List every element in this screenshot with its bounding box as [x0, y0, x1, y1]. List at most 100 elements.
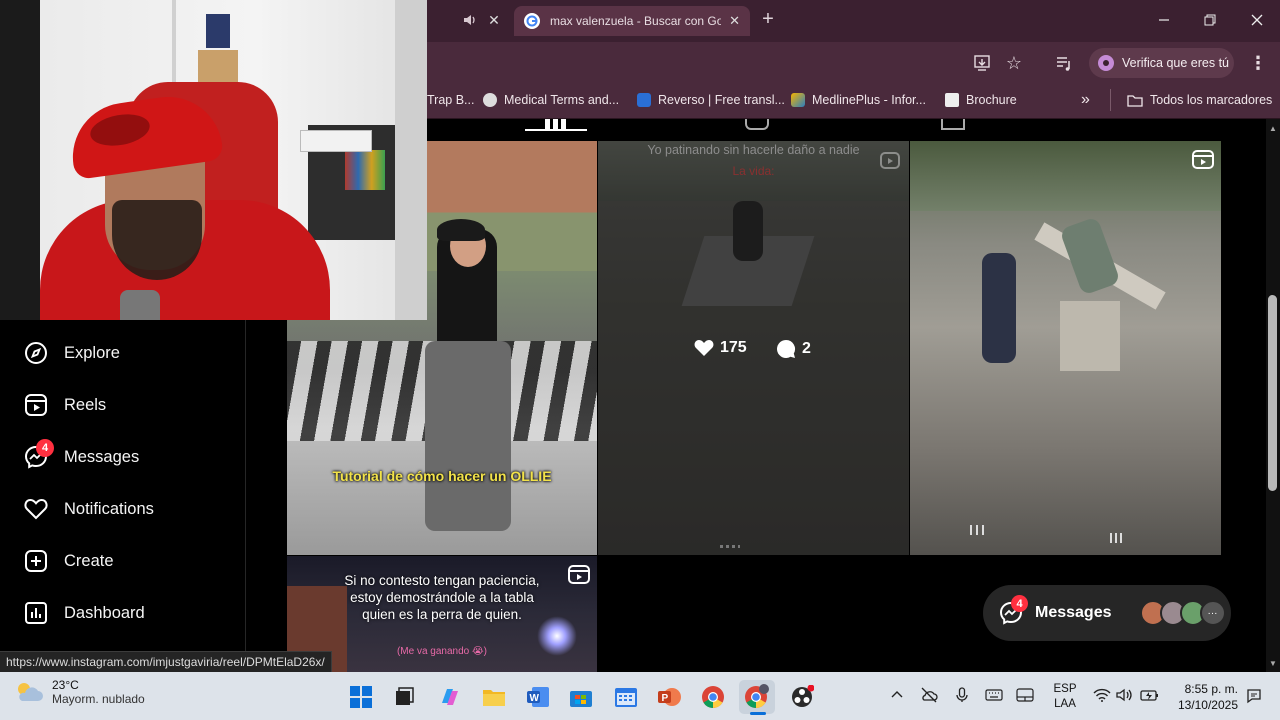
notification-center-icon[interactable] — [1245, 688, 1263, 704]
scroll-up-arrow[interactable]: ▲ — [1268, 124, 1278, 133]
nav-create[interactable]: Create — [24, 545, 114, 577]
svg-text:W: W — [530, 693, 540, 704]
chevron-up-icon[interactable] — [889, 686, 905, 702]
notification-badge: 4 — [1011, 595, 1028, 612]
plus-square-icon — [24, 549, 48, 573]
clock[interactable]: 8:55 p. m. 13/10/2025 — [1170, 681, 1238, 713]
bookmark-item[interactable]: Brochure — [945, 89, 1017, 111]
grid-tab-icon[interactable] — [545, 119, 567, 129]
reverso-icon — [637, 93, 651, 107]
post-tile-skatepark[interactable] — [910, 141, 1221, 555]
restore-button[interactable] — [1187, 0, 1233, 40]
compass-icon — [24, 341, 48, 365]
profile-icon — [1098, 55, 1114, 71]
calendar-icon[interactable] — [608, 680, 644, 714]
printer — [300, 130, 372, 152]
bookmark-item[interactable]: Reverso | Free transl... — [637, 89, 785, 111]
profile-prompt: Verifica que eres tú — [1122, 56, 1230, 70]
person-pants — [425, 341, 511, 531]
microsoft-store-icon[interactable] — [563, 680, 599, 714]
post-caption-sub: La vida: — [732, 164, 775, 178]
chrome-icon[interactable] — [695, 680, 731, 714]
tab-title: max valenzuela - Buscar con Go — [550, 14, 722, 28]
like-count: 175 — [694, 339, 747, 357]
chrome-menu-icon[interactable]: ⋮ — [1248, 53, 1268, 73]
tab-google-search[interactable]: max valenzuela - Buscar con Go ✕ — [514, 6, 750, 36]
wifi-icon[interactable] — [1093, 687, 1111, 703]
chart-icon — [24, 601, 48, 625]
folder-icon — [1127, 94, 1143, 107]
new-tab-button[interactable]: + — [758, 8, 778, 32]
bookmark-star-icon[interactable]: ☆ — [1004, 53, 1024, 73]
books — [345, 150, 385, 190]
language-indicator[interactable]: ESP LAA — [1050, 682, 1080, 712]
reel-icon — [568, 564, 590, 584]
task-view-icon[interactable] — [386, 680, 422, 714]
skater — [982, 253, 1016, 363]
bookmark-item[interactable]: Trap B... — [427, 89, 474, 111]
close-tab-icon[interactable]: ✕ — [486, 12, 502, 28]
nav-notifications[interactable]: Notifications — [24, 493, 154, 525]
messages-label: Messages — [1035, 604, 1112, 621]
powerpoint-icon[interactable]: P — [651, 680, 687, 714]
post-tile-night[interactable]: Si no contesto tengan paciencia, estoy d… — [287, 556, 597, 672]
medlineplus-icon — [791, 93, 805, 107]
profile-verify-chip[interactable]: Verifica que eres tú — [1089, 48, 1234, 78]
all-bookmarks-button[interactable]: Todos los marcadores — [1127, 89, 1272, 111]
touchpad-icon[interactable] — [1016, 687, 1034, 703]
scrollbar-thumb[interactable] — [1268, 295, 1277, 491]
concrete-block — [1060, 301, 1120, 371]
time: 8:55 p. m. — [1184, 682, 1238, 696]
post-caption: Tutorial de cómo hacer un OLLIE — [332, 468, 552, 484]
bookmark-item[interactable]: Medical Terms and... — [483, 89, 619, 111]
microphone-icon[interactable] — [954, 686, 970, 704]
battery-charging-icon[interactable] — [1140, 687, 1160, 703]
reel-icon — [880, 150, 900, 170]
comment-count: 2 — [776, 339, 811, 359]
nav-messages[interactable]: 4 Messages — [24, 439, 139, 473]
obs-icon[interactable] — [784, 680, 820, 714]
post-tile-skate-hover[interactable]: Yo patinando sin hacerle daño a nadie La… — [598, 141, 909, 555]
messenger-icon: 4 — [999, 595, 1028, 625]
bookmarks-overflow-button[interactable]: » — [1081, 89, 1090, 111]
svg-text:P: P — [662, 693, 669, 704]
close-tab-icon[interactable]: ✕ — [729, 13, 740, 29]
minimize-button[interactable] — [1141, 0, 1187, 40]
file-explorer-icon[interactable] — [476, 680, 512, 714]
video-progress-dots — [1110, 533, 1122, 543]
microphone — [120, 290, 160, 320]
messenger-icon: 4 — [24, 439, 54, 469]
nav-dashboard[interactable]: Dashboard — [24, 597, 145, 629]
start-button[interactable] — [343, 680, 379, 714]
media-controls-icon[interactable] — [1054, 53, 1074, 73]
heart-icon — [24, 497, 48, 521]
tagged-tab-icon[interactable] — [941, 119, 965, 130]
nav-explore[interactable]: Explore — [24, 337, 120, 369]
hover-overlay — [598, 141, 909, 555]
messages-floating-button[interactable]: 4 Messages ··· — [983, 585, 1231, 641]
webcam-overlay — [0, 0, 427, 320]
reels-tab-icon[interactable] — [745, 119, 769, 130]
more-avatars-icon: ··· — [1199, 600, 1226, 626]
heart-filled-icon — [694, 339, 714, 357]
copilot-icon[interactable] — [432, 680, 468, 714]
cloud-offline-icon[interactable] — [920, 686, 938, 704]
scroll-down-arrow[interactable]: ▼ — [1268, 659, 1278, 668]
chrome-profile-icon[interactable] — [739, 680, 775, 714]
medical-terms-icon — [483, 93, 497, 107]
close-window-button[interactable] — [1234, 0, 1280, 40]
word-icon[interactable]: W — [520, 680, 556, 714]
speaker-icon[interactable] — [462, 12, 478, 28]
trees-background — [910, 141, 1221, 211]
volume-icon[interactable] — [1116, 687, 1134, 703]
bookmark-item[interactable]: MedlinePlus - Infor... — [791, 89, 926, 111]
install-app-icon[interactable] — [972, 53, 992, 73]
poster — [206, 14, 230, 48]
weather-widget[interactable]: 23°C Mayorm. nublado — [14, 678, 145, 706]
google-icon — [524, 13, 540, 29]
cloudy-weather-icon — [14, 680, 44, 704]
keyboard-icon[interactable] — [985, 687, 1003, 703]
wall-edge — [395, 0, 427, 320]
weather-text: 23°C Mayorm. nublado — [52, 678, 145, 706]
nav-reels[interactable]: Reels — [24, 389, 106, 421]
